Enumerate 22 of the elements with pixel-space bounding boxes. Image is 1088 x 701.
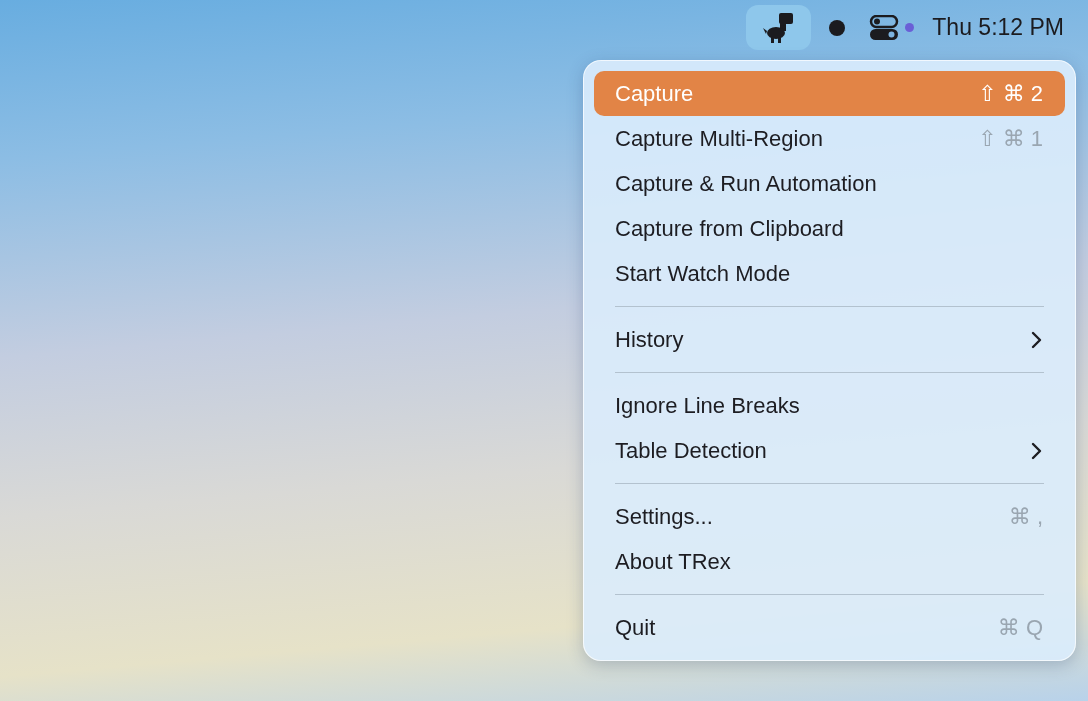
keyboard-shortcut: ⇧ ⌘ 2 <box>978 80 1043 107</box>
chevron-right-icon <box>1031 330 1043 349</box>
keyboard-shortcut: ⌘ , <box>1008 503 1043 530</box>
menu-bar-app-button[interactable] <box>746 5 812 50</box>
menu-item[interactable]: Quit ⌘ Q <box>594 605 1065 650</box>
menu-item[interactable]: Table Detection <box>594 428 1065 473</box>
menu-item[interactable]: Settings... ⌘ , <box>594 494 1065 539</box>
menu-item[interactable]: About TRex <box>594 539 1065 584</box>
menu-item[interactable]: Capture from Clipboard <box>594 206 1065 251</box>
menu-item[interactable]: History <box>594 317 1065 362</box>
menu-item[interactable]: Ignore Line Breaks <box>594 383 1065 428</box>
menu-item[interactable]: Capture & Run Automation <box>594 161 1065 206</box>
chevron-right-icon <box>1031 441 1043 460</box>
status-dot-icon <box>905 23 915 32</box>
menu-item[interactable]: Capture Multi-Region ⇧ ⌘ 1 <box>594 116 1065 161</box>
recording-dot-icon[interactable] <box>829 19 846 36</box>
keyboard-shortcut: ⇧ ⌘ 1 <box>978 125 1043 152</box>
dinosaur-icon <box>761 10 796 45</box>
menu-bar-clock[interactable]: Thu 5:12 PM <box>932 14 1064 41</box>
control-center-icon[interactable] <box>869 14 900 41</box>
menu-item[interactable]: Start Watch Mode <box>594 251 1065 296</box>
keyboard-shortcut: ⌘ Q <box>997 614 1043 641</box>
